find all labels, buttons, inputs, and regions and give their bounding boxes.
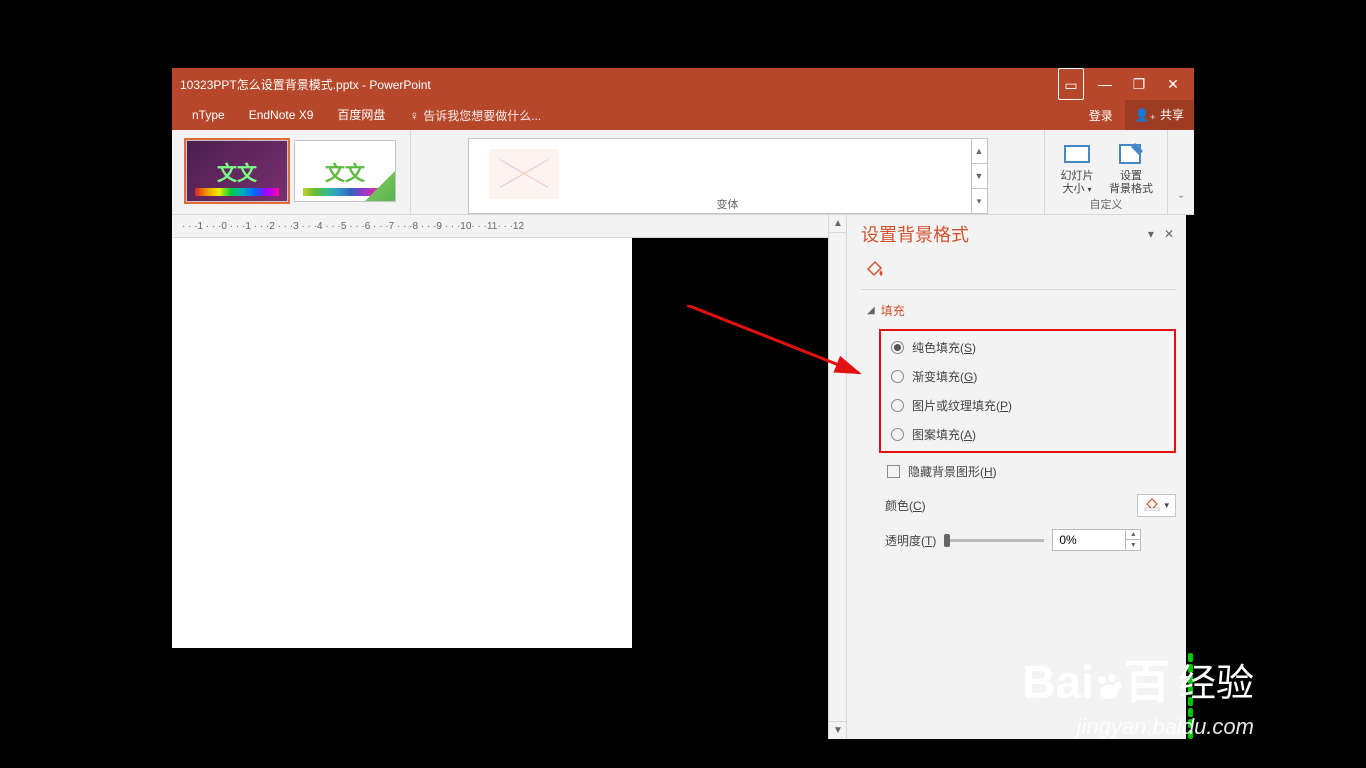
pane-dropdown-button[interactable]: ▾ (1146, 227, 1156, 241)
chevron-down-icon: ▾ (1164, 500, 1169, 511)
collapse-ribbon-button[interactable]: ˇ (1168, 130, 1194, 214)
checkbox-icon (887, 465, 900, 478)
transparency-spinner[interactable]: ▲ ▼ (1052, 529, 1141, 551)
tell-me-placeholder: 告诉我您想要做什么... (423, 107, 541, 124)
spinner-down[interactable]: ▼ (1126, 540, 1140, 551)
scroll-down-button[interactable]: ▼ (829, 721, 847, 739)
pane-close-button[interactable]: ✕ (1162, 227, 1176, 241)
spinner-up[interactable]: ▲ (1126, 529, 1140, 540)
tab-ntype[interactable]: nType (180, 100, 237, 130)
sign-in-button[interactable]: 登录 (1077, 107, 1125, 124)
color-label: 颜色(C) (885, 497, 926, 514)
tab-baidu-netdisk[interactable]: 百度网盘 (325, 100, 397, 130)
minimize-button[interactable]: — (1092, 68, 1118, 100)
color-picker-button[interactable]: ▾ (1137, 494, 1176, 517)
ribbon-content: 文文 文文 ▲ ▼ ▾ 变体 (172, 130, 1194, 215)
radio-icon (891, 428, 904, 441)
variants-scroll-down[interactable]: ▼ (972, 164, 987, 189)
fill-options-highlighted: 纯色填充(S) 渐变填充(G) 图片或纹理填充(P) 图案填充(A) (879, 329, 1176, 453)
checkbox-hide-bg-graphics[interactable]: 隐藏背景图形(H) (887, 463, 1176, 480)
window-controls: ▭ — ❐ ✕ (1058, 68, 1194, 100)
right-indicator-strip (1186, 215, 1194, 739)
variant-thumbnail (489, 149, 559, 199)
theme-purple[interactable]: 文文 (186, 140, 288, 202)
scroll-up-button[interactable]: ▲ (829, 215, 847, 233)
slide-size-button[interactable]: 幻灯片大小 ▾ (1055, 140, 1099, 196)
caret-down-icon: ◢ (867, 305, 875, 316)
tab-endnote[interactable]: EndNote X9 (237, 100, 326, 130)
customize-group: 幻灯片大小 ▾ 设置背景格式 自定义 (1045, 130, 1168, 214)
tell-me-search[interactable]: ♀ 告诉我您想要做什么... (409, 107, 541, 124)
format-background-pane: 设置背景格式 ▾ ✕ ◢ 填充 纯色填充(S) (846, 215, 1186, 739)
variants-group: ▲ ▼ ▾ 变体 (411, 130, 1045, 214)
format-background-icon (1113, 140, 1149, 170)
radio-icon (891, 370, 904, 383)
radio-icon (891, 341, 904, 354)
theme-white-green[interactable]: 文文 (294, 140, 396, 202)
vertical-scrollbar[interactable]: ▲ ▼ (828, 215, 846, 739)
variants-group-label: 变体 (411, 196, 1044, 212)
radio-picture-texture-fill[interactable]: 图片或纹理填充(P) (891, 397, 1164, 414)
fill-category-icon[interactable] (861, 257, 885, 281)
close-button[interactable]: ✕ (1160, 68, 1186, 100)
slide-area: · · ·1 · · ·0 · · ·1 · · ·2 · · ·3 · · ·… (172, 215, 828, 739)
titlebar: 10323PPT怎么设置背景模式.pptx - PowerPoint ▭ — ❐… (172, 68, 1194, 100)
workspace: · · ·1 · · ·0 · · ·1 · · ·2 · · ·3 · · ·… (172, 215, 1194, 739)
radio-pattern-fill[interactable]: 图案填充(A) (891, 426, 1164, 443)
horizontal-ruler: · · ·1 · · ·0 · · ·1 · · ·2 · · ·3 · · ·… (172, 215, 828, 238)
variants-scroll-up[interactable]: ▲ (972, 139, 987, 164)
themes-group: 文文 文文 (172, 130, 411, 214)
radio-solid-fill[interactable]: 纯色填充(S) (891, 339, 1164, 356)
powerpoint-window: 10323PPT怎么设置背景模式.pptx - PowerPoint ▭ — ❐… (172, 68, 1194, 710)
restore-button[interactable]: ❐ (1126, 68, 1152, 100)
transparency-row: 透明度(T) ▲ ▼ (885, 529, 1176, 551)
paint-bucket-icon (1144, 497, 1160, 514)
color-row: 颜色(C) ▾ (885, 494, 1176, 517)
share-button[interactable]: 👤₊ 共享 (1125, 100, 1194, 130)
fill-section-header[interactable]: ◢ 填充 (861, 302, 1176, 319)
customize-group-label: 自定义 (1045, 196, 1167, 212)
pane-title: 设置背景格式 (861, 221, 969, 247)
radio-gradient-fill[interactable]: 渐变填充(G) (891, 368, 1164, 385)
transparency-input[interactable] (1053, 533, 1125, 547)
ribbon-tab-row: nType EndNote X9 百度网盘 ♀ 告诉我您想要做什么... 登录 … (172, 100, 1194, 130)
lightbulb-icon: ♀ (409, 108, 419, 123)
transparency-label: 透明度(T) (885, 532, 936, 549)
slide-size-icon (1059, 140, 1095, 170)
transparency-slider[interactable] (944, 539, 1044, 542)
ribbon-display-options-button[interactable]: ▭ (1058, 68, 1084, 100)
window-title: 10323PPT怎么设置背景模式.pptx - PowerPoint (180, 76, 1058, 93)
radio-icon (891, 399, 904, 412)
format-background-button[interactable]: 设置背景格式 (1105, 140, 1157, 196)
share-icon: 👤₊ (1135, 100, 1156, 130)
slide-canvas[interactable] (172, 238, 632, 648)
